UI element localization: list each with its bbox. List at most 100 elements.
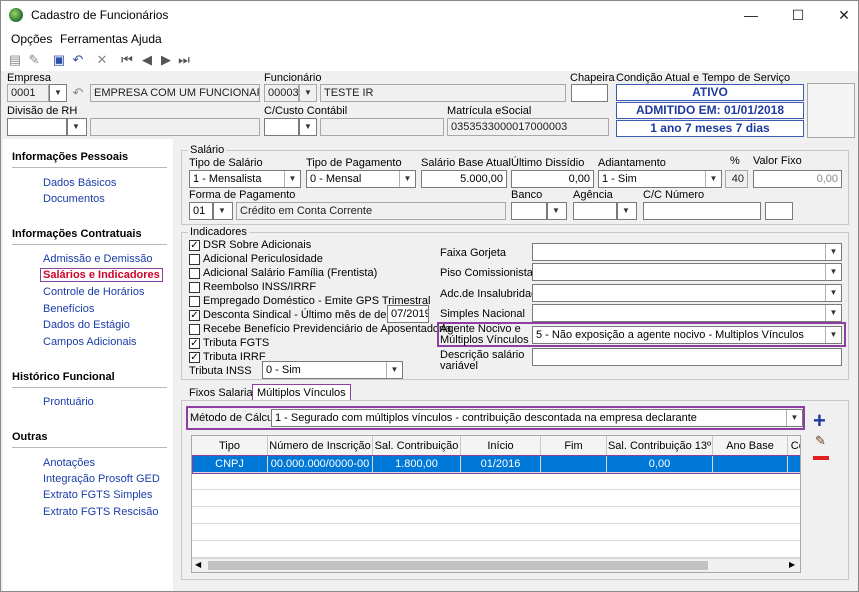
sidebar-item-horarios[interactable]: Controle de Horários	[43, 286, 145, 298]
funcionario-code[interactable]: 00003	[264, 84, 299, 102]
sidebar-item-fgts-simples[interactable]: Extrato FGTS Simples	[43, 489, 152, 501]
title-bar: Cadastro de Funcionários — ☐ ✕	[1, 1, 858, 29]
table-row-empty[interactable]	[192, 541, 800, 558]
sidebar-item-fgts-rescisao[interactable]: Extrato FGTS Rescisão	[43, 506, 159, 518]
scrollbar-thumb[interactable]	[208, 561, 708, 570]
save-icon[interactable]: ▣	[51, 52, 67, 68]
sidebar-item-salarios[interactable]: Salários e Indicadores	[40, 268, 163, 282]
agente-label-2: Múltiplos Vínculos	[440, 334, 529, 346]
sindical-mes-input[interactable]: 07/2019	[387, 305, 429, 323]
checkbox-reembolso[interactable]	[189, 282, 200, 293]
edit-icon[interactable]: ✎	[26, 52, 42, 68]
close-button[interactable]: ✕	[834, 5, 854, 25]
sidebar-item-documentos[interactable]: Documentos	[43, 193, 105, 205]
sidebar-item-campos-adicionais[interactable]: Campos Adicionais	[43, 336, 137, 348]
undo-icon[interactable]: ↶	[70, 52, 86, 68]
faixa-gorjeta-select[interactable]: ▼	[532, 243, 842, 261]
sidebar-item-dados-basicos[interactable]: Dados Básicos	[43, 177, 116, 189]
chevron-down-icon: ▼	[786, 410, 802, 426]
table-row-empty[interactable]	[192, 490, 800, 507]
delete-icon[interactable]: ✕	[94, 52, 110, 68]
valor-fixo-input[interactable]: 0,00	[753, 170, 842, 188]
column-header-tipo[interactable]: Tipo	[192, 436, 268, 456]
matricula-field[interactable]: 0353533000017000003	[447, 118, 609, 136]
remove-icon[interactable]	[813, 456, 829, 460]
table-row-empty[interactable]	[192, 524, 800, 541]
banco-input[interactable]	[511, 202, 547, 220]
condicao-label: Condição Atual e Tempo de Serviço	[616, 72, 791, 84]
ccusto-input[interactable]	[264, 118, 299, 136]
prev-icon[interactable]: ◀	[139, 52, 155, 68]
column-header-inscricao[interactable]: Número de Inscrição	[268, 436, 373, 456]
table-row-empty[interactable]	[192, 507, 800, 524]
cc-input[interactable]	[643, 202, 761, 220]
first-icon[interactable]: ⏮	[119, 52, 135, 68]
column-header-fim[interactable]: Fim	[541, 436, 607, 456]
sidebar-item-anotacoes[interactable]: Anotações	[43, 457, 95, 469]
tipo-salario-select[interactable]: 1 - Mensalista ▼	[189, 170, 301, 188]
descricao-input[interactable]	[532, 348, 842, 366]
metodo-select[interactable]: 1 - Segurado com múltiplos vínculos - co…	[271, 409, 803, 427]
salario-base-input[interactable]: 5.000,00	[421, 170, 507, 188]
divisao-label: Divisão de RH	[7, 105, 78, 117]
menu-opcoes[interactable]: Opções	[11, 32, 52, 46]
piso-select[interactable]: ▼	[532, 263, 842, 281]
new-icon[interactable]: ▤	[7, 52, 23, 68]
tipo-pagamento-select[interactable]: 0 - Mensal ▼	[306, 170, 416, 188]
scroll-left-icon[interactable]: ◀	[195, 560, 201, 569]
empresa-undo-icon[interactable]: ↶	[70, 85, 86, 101]
forma-dropdown[interactable]: ▼	[213, 202, 233, 220]
agente-select[interactable]: 5 - Não exposição a agente nocivo - Mult…	[532, 326, 842, 344]
tab-fixos-salariais[interactable]: Fixos Salariais	[189, 387, 261, 399]
chevron-down-icon: ▼	[218, 206, 226, 215]
sidebar-item-admissao[interactable]: Admissão e Demissão	[43, 253, 152, 265]
scroll-right-icon[interactable]: ▶	[789, 560, 795, 569]
next-icon[interactable]: ▶	[158, 52, 174, 68]
column-header-sal-13[interactable]: Sal. Contribuição 13º	[607, 436, 713, 456]
empresa-dropdown[interactable]: ▼	[49, 84, 67, 102]
column-header-inicio[interactable]: Início	[461, 436, 541, 456]
checkbox-periculosidade[interactable]	[189, 254, 200, 265]
horizontal-scrollbar[interactable]: ◀ ▶	[192, 558, 800, 572]
last-icon[interactable]: ⏭	[176, 52, 192, 68]
minimize-button[interactable]: —	[741, 5, 761, 25]
sidebar-item-prontuario[interactable]: Prontuário	[43, 396, 94, 408]
column-header-cc[interactable]: Cc	[788, 436, 800, 456]
ccusto-dropdown[interactable]: ▼	[299, 118, 317, 136]
forma-code[interactable]: 01	[189, 202, 213, 220]
chapeira-input[interactable]	[571, 84, 608, 102]
photo-box[interactable]	[807, 83, 855, 138]
column-header-sal-contribuicao[interactable]: Sal. Contribuição	[373, 436, 461, 456]
adiantamento-select[interactable]: 1 - Sim ▼	[598, 170, 722, 188]
table-row-empty[interactable]	[192, 473, 800, 490]
simples-select[interactable]: ▼	[532, 304, 842, 322]
cc-digit-input[interactable]	[765, 202, 793, 220]
checkbox-aposentadoria[interactable]	[189, 324, 200, 335]
tributa-inss-select[interactable]: 0 - Sim ▼	[262, 361, 403, 379]
checkbox-domestico[interactable]	[189, 296, 200, 307]
divisao-input[interactable]	[7, 118, 67, 136]
checkbox-dsr[interactable]: ✓	[189, 240, 200, 251]
menu-ajuda[interactable]: Ajuda	[131, 32, 162, 46]
agencia-input[interactable]	[573, 202, 617, 220]
agencia-dropdown[interactable]: ▼	[617, 202, 637, 220]
sidebar-item-estagio[interactable]: Dados do Estágio	[43, 319, 130, 331]
empresa-code[interactable]: 0001	[7, 84, 49, 102]
checkbox-sindical[interactable]: ✓	[189, 310, 200, 321]
menu-ferramentas[interactable]: Ferramentas	[60, 32, 128, 46]
checkbox-salario-familia[interactable]	[189, 268, 200, 279]
sidebar-item-beneficios[interactable]: Benefícios	[43, 303, 94, 315]
checkbox-tributa-fgts[interactable]: ✓	[189, 338, 200, 349]
checkbox-tributa-irrf[interactable]: ✓	[189, 352, 200, 363]
edit-row-icon[interactable]: ✎	[815, 433, 826, 449]
pct-input[interactable]: 40	[725, 170, 748, 188]
divisao-dropdown[interactable]: ▼	[67, 118, 87, 136]
column-header-ano-base[interactable]: Ano Base	[713, 436, 788, 456]
banco-dropdown[interactable]: ▼	[547, 202, 567, 220]
funcionario-dropdown[interactable]: ▼	[299, 84, 317, 102]
add-icon[interactable]: +	[813, 410, 826, 432]
maximize-button[interactable]: ☐	[788, 5, 808, 25]
insalubridade-select[interactable]: ▼	[532, 284, 842, 302]
ultimo-dissidio-input[interactable]: 0,00	[511, 170, 594, 188]
sidebar-item-ged[interactable]: Integração Prosoft GED	[43, 473, 160, 485]
